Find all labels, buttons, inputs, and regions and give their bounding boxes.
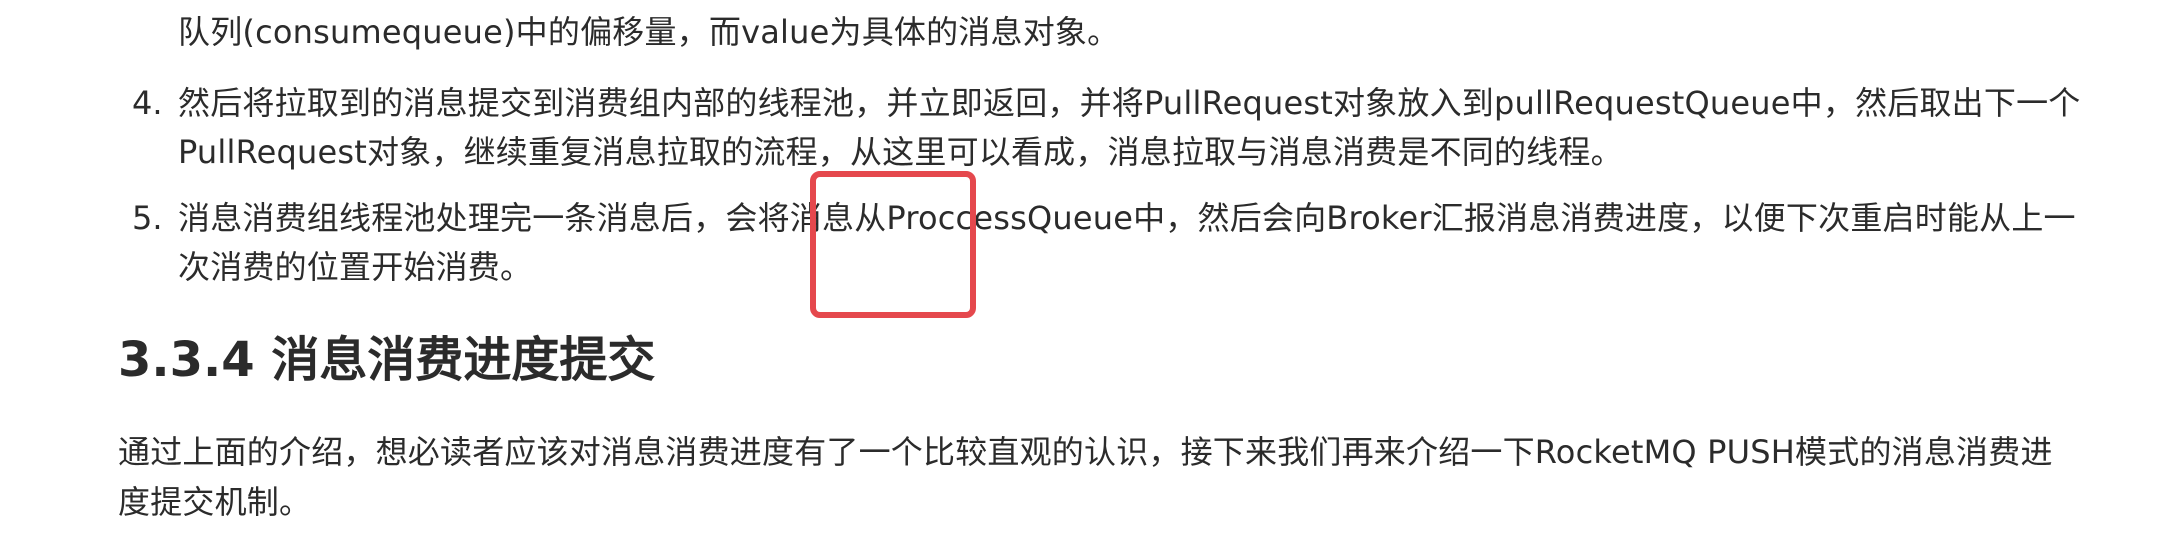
list-item-5-line-1: 消息消费组线程池处理完一条消息后，会将消息从ProccessQueue中，然后会… [178,199,2076,237]
list-item-4-line-2: PullRequest对象，继续重复消息拉取的流程，从这里可以看成，消息拉取与消… [178,133,1623,171]
highlight-box [810,171,976,318]
section-heading: 3.3.4 消息消费进度提交 [118,332,656,388]
document-page: 队列(consumequeue)中的偏移量，而value为具体的消息对象。 4.… [0,0,2170,546]
list-item-4-line-1: 然后将拉取到的消息提交到消费组内部的线程池，并立即返回，并将PullReques… [178,84,2081,122]
paragraph-line-2: 度提交机制。 [118,483,312,521]
list-item-4-number: 4. [132,84,163,122]
list-item-5-line-2: 次消费的位置开始消费。 [178,248,533,286]
list-item-5-number: 5. [132,199,163,237]
list-item-3-continuation: 队列(consumequeue)中的偏移量，而value为具体的消息对象。 [178,13,1120,51]
paragraph-line-1: 通过上面的介绍，想必读者应该对消息消费进度有了一个比较直观的认识，接下来我们再来… [118,433,2053,471]
